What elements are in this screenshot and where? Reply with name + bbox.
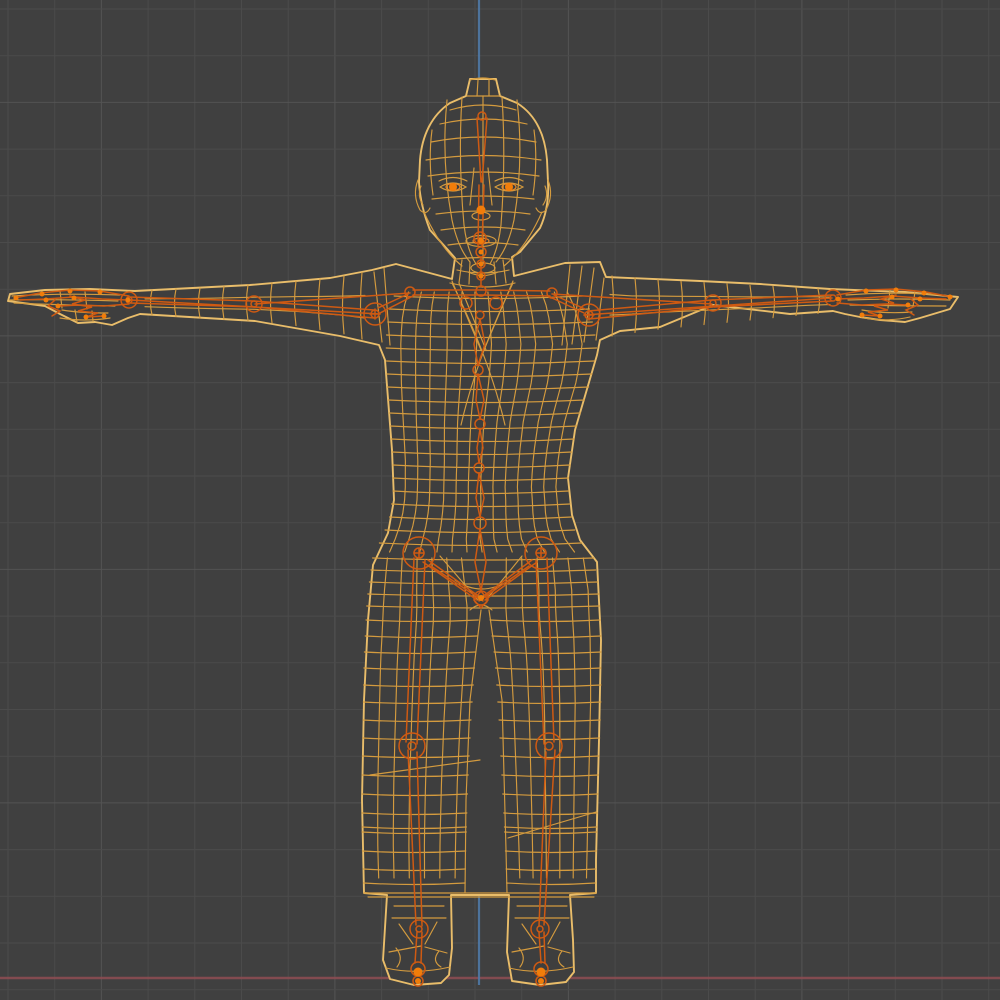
viewport-3d[interactable] xyxy=(0,0,1000,1000)
